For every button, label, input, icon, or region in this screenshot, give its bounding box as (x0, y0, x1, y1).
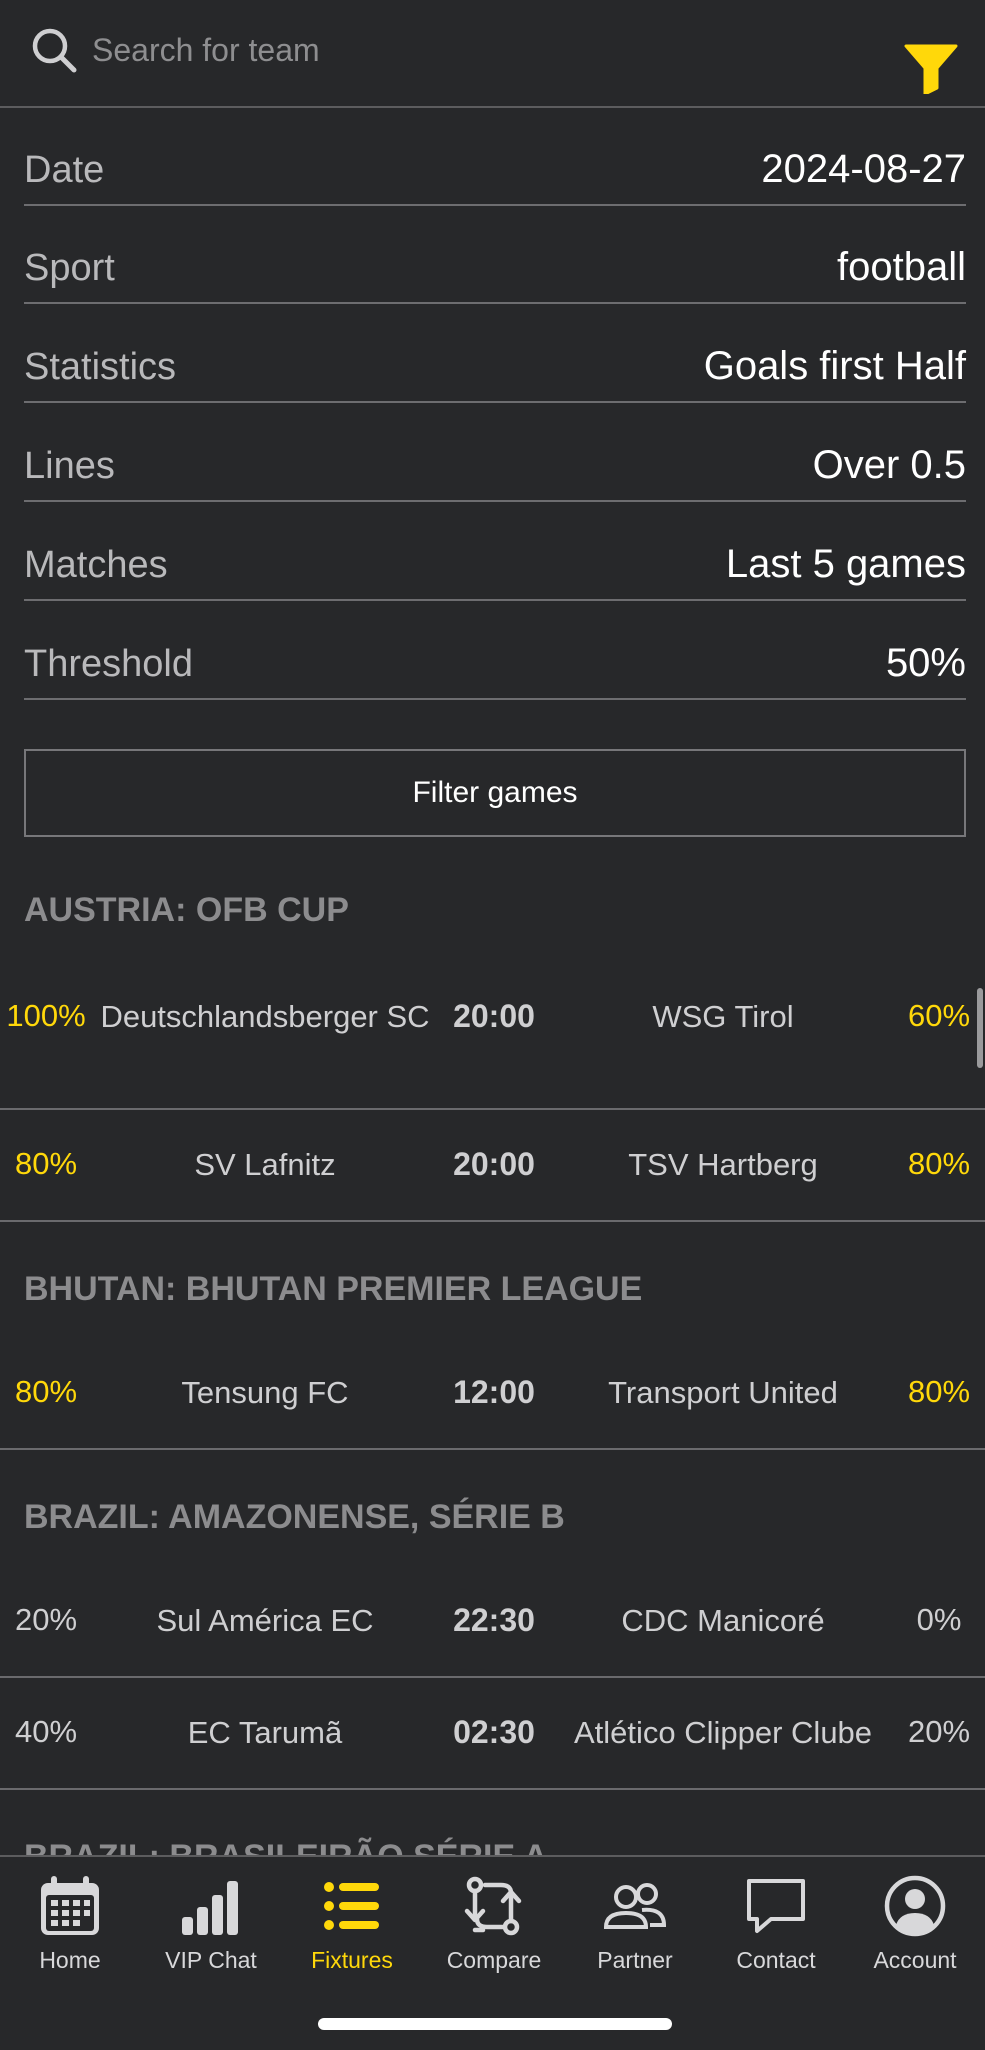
away-team: TSV Hartberg (628, 1147, 818, 1182)
nav-label: VIP Chat (165, 1947, 257, 1973)
nav-item-contact[interactable]: Contact (706, 1873, 846, 1993)
search-input[interactable] (92, 24, 792, 76)
setting-value[interactable]: football (837, 245, 966, 290)
home-team: Deutschlandsberger SC (100, 999, 430, 1034)
away-percentage: 20% (907, 1714, 971, 1749)
account-icon (884, 1875, 946, 1937)
signal-bars-icon (182, 1881, 238, 1935)
home-team: EC Tarumã (187, 1715, 343, 1750)
match-time: 20:00 (453, 1146, 535, 1182)
away-percentage: 80% (907, 1146, 971, 1181)
away-team: Transport United (608, 1375, 838, 1410)
nav-label: Fixtures (311, 1947, 393, 1973)
setting-label: Statistics (24, 346, 177, 388)
setting-value[interactable]: 50% (886, 641, 966, 686)
match-time: 22:30 (453, 1602, 535, 1638)
nav-item-account[interactable]: Account (845, 1873, 985, 1993)
home-team: SV Lafnitz (194, 1147, 336, 1182)
funnel-icon[interactable] (904, 44, 958, 94)
search-icon (32, 28, 77, 73)
nav-label: Partner (597, 1947, 673, 1973)
home-percentage: 40% (14, 1714, 78, 1749)
setting-value[interactable]: Last 5 games (726, 542, 966, 587)
setting-row-threshold[interactable]: Threshold 50% (24, 602, 966, 700)
home-percentage: 80% (14, 1374, 78, 1409)
setting-value[interactable]: Goals first Half (704, 344, 966, 389)
setting-row-matches[interactable]: Matches Last 5 games (24, 503, 966, 601)
setting-row-lines[interactable]: Lines Over 0.5 (24, 404, 966, 502)
setting-row-statistics[interactable]: Statistics Goals first Half (24, 305, 966, 403)
league-title: AUSTRIA: OFB CUP (24, 891, 349, 929)
away-team: Atlético Clipper Clube (573, 1715, 873, 1750)
scrollbar[interactable] (977, 988, 983, 1068)
compare-arrows-icon (464, 1876, 522, 1936)
league-title: BHUTAN: BHUTAN PREMIER LEAGUE (24, 1270, 643, 1308)
list-icon (324, 1882, 379, 1930)
match-time: 12:00 (453, 1374, 535, 1410)
away-percentage: 60% (907, 998, 971, 1033)
people-icon (603, 1883, 667, 1929)
nav-item-partner[interactable]: Partner (565, 1873, 705, 1993)
match-time: 20:00 (453, 998, 535, 1034)
match-row[interactable]: 80% Tensung FC 12:00 Transport United 80… (0, 1338, 985, 1450)
away-team: CDC Manicoré (621, 1603, 825, 1638)
nav-item-compare[interactable]: Compare (424, 1873, 564, 1993)
away-percentage: 80% (907, 1374, 971, 1409)
setting-row-date[interactable]: Date 2024-08-27 (24, 108, 966, 206)
setting-row-sport[interactable]: Sport football (24, 206, 966, 304)
setting-label: Lines (24, 445, 115, 487)
nav-label: Account (873, 1947, 957, 1973)
setting-value[interactable]: 2024-08-27 (761, 147, 966, 192)
home-team: Sul América EC (156, 1603, 374, 1638)
nav-label: Home (39, 1947, 101, 1973)
league-title: BRAZIL: AMAZONENSE, SÉRIE B (24, 1498, 565, 1536)
match-row[interactable]: 100% Deutschlandsberger SC 20:00 WSG Tir… (0, 958, 985, 1110)
chat-bubble-icon (747, 1879, 805, 1933)
setting-label: Matches (24, 544, 168, 586)
setting-label: Date (24, 149, 105, 191)
match-time: 02:30 (453, 1714, 535, 1750)
nav-item-home[interactable]: Home (0, 1873, 140, 1993)
match-row[interactable]: 20% Sul América EC 22:30 CDC Manicoré 0% (0, 1566, 985, 1678)
calendar-icon (41, 1876, 99, 1935)
search-bar (0, 0, 985, 108)
match-row[interactable]: 40% EC Tarumã 02:30 Atlético Clipper Clu… (0, 1678, 985, 1790)
home-team: Tensung FC (181, 1375, 349, 1410)
home-indicator (318, 2018, 672, 2030)
away-team: WSG Tirol (652, 999, 794, 1034)
setting-label: Sport (24, 247, 115, 289)
filter-games-button[interactable]: Filter games (24, 749, 966, 837)
setting-value[interactable]: Over 0.5 (813, 443, 966, 488)
home-percentage: 80% (14, 1146, 78, 1181)
nav-item-vip-chat[interactable]: VIP Chat (141, 1873, 281, 1993)
match-row[interactable]: 80% SV Lafnitz 20:00 TSV Hartberg 80% (0, 1110, 985, 1222)
nav-label: Compare (446, 1947, 542, 1973)
nav-item-fixtures[interactable]: Fixtures (282, 1873, 422, 1993)
setting-label: Threshold (24, 643, 193, 685)
home-percentage: 20% (14, 1602, 78, 1637)
away-percentage: 0% (916, 1602, 962, 1637)
nav-label: Contact (736, 1947, 816, 1973)
home-percentage: 100% (6, 998, 86, 1033)
